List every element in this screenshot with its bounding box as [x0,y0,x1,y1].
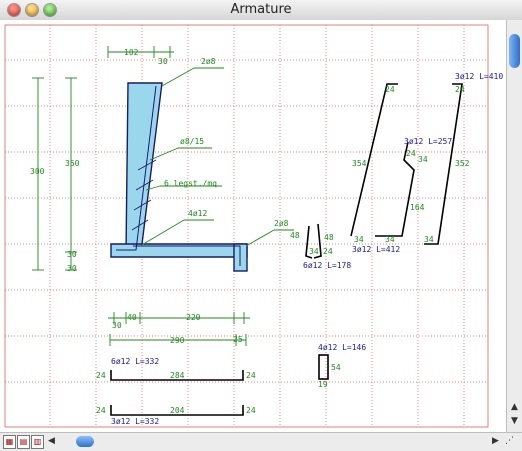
dim-6legst: 6 legst./mq [164,179,217,188]
scroll-down-arrow[interactable]: ▼ [511,416,518,426]
stirrup-right: 54 [331,363,341,372]
window-title: Armature [230,2,292,17]
wall-section [110,82,248,272]
dim-34-a: 34 [309,247,319,256]
dim-40: 40 [127,313,137,322]
window: Armature 102 30 2ø8 300 350 ø8/15 6 legs… [0,0,522,451]
dim-34-b: 34 [354,235,364,244]
dim-220: 220 [186,313,201,322]
scroll-right-arrow[interactable]: ▶ [492,436,499,446]
label-3o12-410: 3ø12 L=410 [455,72,503,81]
layout-tool-icon[interactable]: ▥ [31,435,44,449]
dim-354: 354 [352,159,367,168]
horizontal-scrollbar[interactable]: ▦ ▤ ▥ ◀ ▶ ⋰ [0,432,522,451]
label-6o12-332: 6ø12 L=332 [111,357,159,366]
label-6o12: 6ø12 L=178 [303,261,351,270]
dim-30-e: 30 [112,321,122,330]
dim-164: 164 [410,203,425,212]
dim-30-b: 30 [67,250,77,259]
horizontal-scroll-thumb[interactable] [76,436,94,447]
canvas-border [4,24,489,428]
dim-48-a: 48 [290,231,300,240]
dim-24-d: 24 [455,85,465,94]
dim-30: 30 [158,57,168,66]
wall-stem [125,82,163,253]
dim-300: 300 [30,167,45,176]
dim-24-a: 24 [323,247,333,256]
rebar-drawing: 102 30 2ø8 300 350 ø8/15 6 legst./mq 4ø1… [4,24,503,428]
stirrup-4o12 [318,354,329,380]
resize-grip[interactable]: ⋰ [505,436,514,446]
dim-34-d: 34 [418,155,428,164]
dim-24-c: 24 [406,149,416,158]
label-4o12-146: 4ø12 L=146 [318,343,366,352]
scroll-left-arrow[interactable]: ◀ [48,436,55,446]
vertical-scroll-thumb[interactable] [509,34,520,68]
dim-352: 352 [455,159,470,168]
dim-2o8: 2ø8 [201,57,216,66]
dim-25: 25 [233,335,243,344]
top-left: 24 [96,371,106,380]
drawing-canvas[interactable]: 102 30 2ø8 300 350 ø8/15 6 legst./mq 4ø1… [0,20,506,432]
title-bar[interactable]: Armature [0,0,522,21]
dim-4o12: 4ø12 [188,209,207,218]
label-3o12-332: 3ø12 L=332 [111,417,159,426]
dim-34-e: 34 [424,235,434,244]
print-tool-icon[interactable]: ▤ [17,435,30,449]
bot-right: 24 [246,406,256,415]
top-right: 24 [246,371,256,380]
dim-350: 350 [65,159,80,168]
scroll-up-arrow[interactable]: ▲ [511,402,518,412]
dim-290: 290 [170,336,185,345]
dim-24-b: 24 [385,85,395,94]
dim-48-b: 48 [324,233,334,242]
top-mid: 284 [170,371,185,380]
dimension-lines [32,46,294,346]
dim-2o8-b: 2ø8 [274,219,289,228]
dim-30-c: 30 [67,264,77,273]
vertical-scrollbar[interactable]: ▲ ▼ [506,20,522,432]
label-3o12-412: 3ø12 L=412 [352,245,400,254]
bot-left: 24 [96,406,106,415]
label-3o12-257: 3ø12 L=257 [404,137,452,146]
dim-102: 102 [124,48,139,57]
bot-mid: 204 [170,406,185,415]
dim-34-c: 34 [385,235,395,244]
stirrup-bottom: 19 [318,380,328,389]
grid [5,25,488,427]
zoom-tool-icon[interactable]: ▦ [3,435,16,449]
dim-o8-15: ø8/15 [180,137,204,146]
